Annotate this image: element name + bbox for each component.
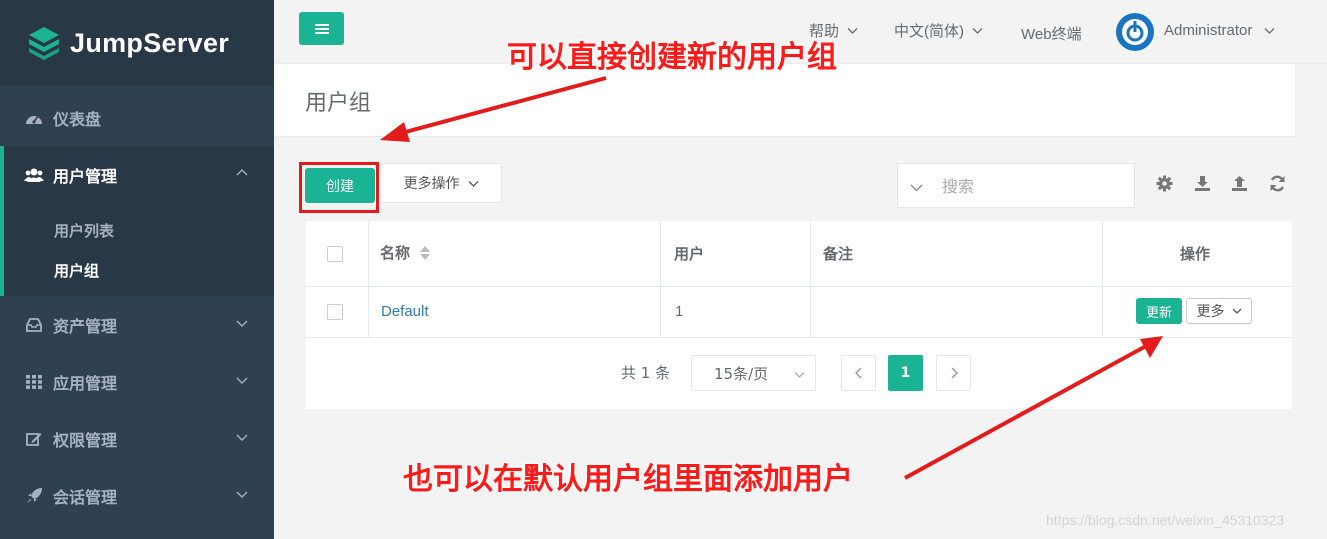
- group-user-count: 1: [675, 303, 684, 320]
- page-size-select[interactable]: 15条/页: [691, 355, 816, 391]
- chevron-down-icon: [972, 28, 983, 34]
- column-header-comment: 备注: [823, 245, 854, 263]
- sort-icon[interactable]: [419, 245, 431, 261]
- chevron-down-icon: [236, 320, 248, 327]
- chevron-down-icon: [1264, 28, 1275, 34]
- sidebar-item-permission-management[interactable]: 权限管理: [0, 410, 274, 467]
- refresh-icon[interactable]: [1267, 173, 1287, 193]
- sidebar-item-session-management[interactable]: 会话管理: [0, 467, 274, 524]
- sidebar-item-dashboard[interactable]: 仪表盘: [0, 89, 274, 146]
- avatar[interactable]: [1116, 13, 1154, 51]
- rocket-icon: [24, 487, 44, 505]
- row-more-label: 更多: [1196, 304, 1225, 320]
- table-row: Default 1 更新 更多: [306, 287, 1292, 338]
- more-actions-label: 更多操作: [403, 176, 460, 192]
- chevron-down-icon: [847, 28, 858, 34]
- group-name-link[interactable]: Default: [381, 303, 429, 320]
- page-title: 用户组: [305, 91, 372, 116]
- jumpserver-logo-icon: [29, 27, 59, 60]
- web-terminal-label: Web终端: [1021, 26, 1082, 43]
- search-box[interactable]: [897, 163, 1135, 208]
- sidebar-item-label: 仪表盘: [53, 109, 102, 129]
- chevron-left-icon: [854, 367, 861, 379]
- chevron-up-icon: [236, 169, 248, 176]
- update-button[interactable]: 更新: [1136, 298, 1182, 324]
- settings-gear-icon[interactable]: [1154, 173, 1174, 193]
- sidebar-subitem-user-list[interactable]: 用户列表: [4, 210, 274, 250]
- column-header-name[interactable]: 名称: [380, 242, 431, 263]
- select-all-checkbox[interactable]: [327, 246, 343, 262]
- watermark: https://blog.csdn.net/weixin_45310323: [1046, 512, 1285, 528]
- download-icon[interactable]: [1192, 173, 1212, 193]
- sidebar-item-asset-management[interactable]: 资产管理: [0, 296, 274, 353]
- sidebar-item-label: 会话管理: [53, 487, 118, 507]
- sidebar-item-app-management[interactable]: 应用管理: [0, 353, 274, 410]
- annotation-top: 可以直接创建新的用户组: [507, 40, 837, 75]
- sidebar-item-label: 资产管理: [53, 316, 118, 336]
- chevron-right-icon: [951, 367, 958, 379]
- table-header: 名称 用户 备注 操作: [306, 221, 1292, 338]
- menu-icon: [314, 23, 329, 34]
- sidebar-item-user-management[interactable]: 用户管理: [0, 146, 274, 204]
- sidebar-toggle-button[interactable]: [299, 12, 344, 45]
- language-menu[interactable]: 中文(简体): [894, 20, 983, 41]
- page-size-label: 15条/页: [714, 364, 769, 383]
- search-input[interactable]: [942, 174, 1122, 198]
- column-header-users: 用户: [674, 245, 705, 263]
- pagination-total: 共 1 条: [621, 364, 671, 382]
- language-label: 中文(简体): [894, 23, 964, 40]
- chevron-down-icon[interactable]: [910, 181, 923, 194]
- chevron-down-icon: [1232, 308, 1241, 314]
- more-actions-dropdown[interactable]: 更多操作: [380, 163, 502, 203]
- user-menu[interactable]: Administrator: [1164, 22, 1275, 39]
- sidebar-subitem-user-groups[interactable]: 用户组: [4, 250, 274, 290]
- user-avatar-icon: [1122, 19, 1148, 45]
- upload-icon[interactable]: [1229, 173, 1249, 193]
- column-header-label: 名称: [380, 244, 411, 262]
- web-terminal-link[interactable]: Web终端: [1021, 23, 1082, 44]
- right-gutter: [1295, 64, 1327, 539]
- row-checkbox[interactable]: [327, 304, 343, 320]
- chevron-down-icon: [236, 434, 248, 441]
- submenu-user-management: 用户列表 用户组: [0, 204, 274, 296]
- sidebar: JumpServer 仪表盘 用户管理 用户列表 用户组 资产管理 应用管理 权…: [0, 0, 274, 539]
- sidebar-item-label: 用户管理: [53, 167, 118, 186]
- chevron-down-icon: [468, 180, 478, 187]
- logo[interactable]: JumpServer: [0, 0, 274, 86]
- logo-text: JumpServer: [70, 27, 230, 58]
- highlight-box: [299, 162, 379, 213]
- sidebar-item-label: 权限管理: [53, 430, 118, 450]
- prev-page-button[interactable]: [841, 355, 876, 391]
- username-label: Administrator: [1164, 22, 1253, 39]
- grid-icon: [24, 373, 44, 391]
- chevron-down-icon: [794, 372, 805, 378]
- user-group-table: 名称 用户 备注 操作 Default 1 更新 更多 共 1 条 15条/页 …: [306, 221, 1292, 409]
- annotation-bottom: 也可以在默认用户组里面添加用户: [403, 462, 853, 497]
- row-more-dropdown[interactable]: 更多: [1186, 298, 1252, 324]
- dashboard-icon: [24, 109, 44, 127]
- column-header-actions: 操作: [1180, 245, 1211, 263]
- inbox-icon: [24, 316, 44, 334]
- page-button[interactable]: 1: [888, 355, 923, 391]
- chevron-down-icon: [236, 377, 248, 384]
- sidebar-item-label: 应用管理: [53, 373, 118, 393]
- next-page-button[interactable]: [936, 355, 971, 391]
- chevron-down-icon: [236, 491, 248, 498]
- users-icon: [24, 166, 44, 184]
- edit-icon: [24, 430, 44, 448]
